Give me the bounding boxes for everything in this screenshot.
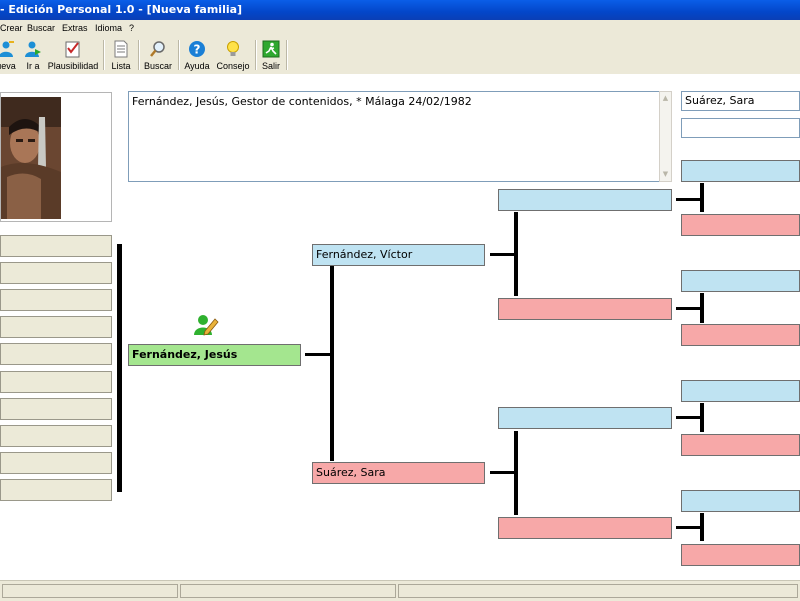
great-grandparent-box[interactable] <box>681 270 800 292</box>
paternal-grandfather-box[interactable] <box>498 189 672 211</box>
mother-box[interactable]: Suárez, Sara <box>312 462 485 484</box>
goto-label: Ir a <box>26 61 40 71</box>
menu-bar: Crear Buscar Extras Idioma ? <box>0 20 800 36</box>
maternal-grandfather-box[interactable] <box>498 407 672 429</box>
person-search-field[interactable]: Suárez, Sara <box>681 91 800 111</box>
magnifier-icon <box>150 41 165 57</box>
connector-line <box>700 403 704 432</box>
connector-line <box>700 293 704 323</box>
title-bar: - Edición Personal 1.0 - [Nueva familia] <box>0 0 800 20</box>
menu-extras[interactable]: Extras <box>62 20 88 36</box>
tip-button[interactable]: Consejo <box>215 37 251 73</box>
connector-line <box>676 526 703 529</box>
toolbar-separator <box>178 40 180 70</box>
status-pane <box>398 584 798 598</box>
connector-line <box>305 353 332 356</box>
great-grandparent-box[interactable] <box>681 160 800 182</box>
new-person-label: ueva <box>0 61 16 71</box>
sibling-slot[interactable] <box>0 316 112 338</box>
exit-icon <box>262 40 280 58</box>
toolbar: ueva Ir a Plausibilidad Lista Buscar ? A… <box>0 36 800 75</box>
great-grandparent-box[interactable] <box>681 434 800 456</box>
sibling-slot[interactable] <box>0 235 112 257</box>
menu-buscar[interactable]: Buscar <box>27 20 55 36</box>
sibling-slot[interactable] <box>0 479 112 501</box>
search-button[interactable]: Buscar <box>142 37 174 73</box>
connector-line <box>330 266 334 461</box>
secondary-search-field[interactable] <box>681 118 800 138</box>
checklist-icon <box>65 41 80 58</box>
toolbar-separator <box>286 40 288 70</box>
maternal-grandmother-box[interactable] <box>498 517 672 539</box>
connector-line <box>676 307 703 310</box>
paternal-grandmother-box[interactable] <box>498 298 672 320</box>
sibling-slot[interactable] <box>0 289 112 311</box>
status-pane <box>180 584 396 598</box>
person-note-box[interactable]: Fernández, Jesús, Gestor de contenidos, … <box>128 91 660 182</box>
great-grandparent-box[interactable] <box>681 214 800 236</box>
great-grandparent-box[interactable] <box>681 324 800 346</box>
toolbar-separator <box>103 40 105 70</box>
connector-line <box>700 183 704 212</box>
document-list-icon <box>114 40 128 58</box>
connector-line <box>490 471 517 474</box>
list-label: Lista <box>111 61 131 71</box>
plausibility-label: Plausibilidad <box>47 61 99 71</box>
sibling-slot[interactable] <box>0 343 112 365</box>
plausibility-button[interactable]: Plausibilidad <box>47 37 99 73</box>
menu-help[interactable]: ? <box>129 20 134 36</box>
connector-line <box>676 416 703 419</box>
exit-label: Salir <box>261 61 280 71</box>
person-note-text: Fernández, Jesús, Gestor de contenidos, … <box>132 95 472 108</box>
menu-idioma[interactable]: Idioma <box>95 20 122 36</box>
toolbar-separator <box>138 40 140 70</box>
portrait-image <box>1 97 61 219</box>
scroll-up-icon[interactable]: ▲ <box>661 94 670 103</box>
sibling-slot[interactable] <box>0 371 112 393</box>
sibling-bracket <box>117 244 122 492</box>
great-grandparent-box[interactable] <box>681 490 800 512</box>
help-icon: ? <box>189 41 205 57</box>
status-pane <box>2 584 178 598</box>
list-button[interactable]: Lista <box>108 37 134 73</box>
father-box[interactable]: Fernández, Víctor <box>312 244 485 266</box>
scroll-down-icon[interactable]: ▼ <box>661 170 670 179</box>
person-photo <box>1 97 61 219</box>
sibling-slot[interactable] <box>0 398 112 420</box>
help-button[interactable]: ? Ayuda <box>183 37 211 73</box>
connector-line <box>514 431 518 515</box>
lightbulb-icon <box>227 41 239 56</box>
great-grandparent-box[interactable] <box>681 544 800 566</box>
edit-person-icon[interactable] <box>193 313 219 337</box>
person-goto-icon <box>25 41 41 57</box>
connector-line <box>514 212 518 296</box>
help-label: Ayuda <box>184 61 210 71</box>
sibling-slot[interactable] <box>0 262 112 284</box>
menu-crear[interactable]: Crear <box>0 20 23 36</box>
connector-line <box>490 253 517 256</box>
sibling-slot[interactable] <box>0 425 112 447</box>
status-bar <box>0 580 800 601</box>
note-scrollbar[interactable]: ▲ ▼ <box>659 91 672 182</box>
new-person-button[interactable]: ueva <box>0 37 18 73</box>
connector-line <box>700 513 704 541</box>
connector-line <box>676 198 703 201</box>
person-new-icon <box>0 41 14 57</box>
tip-label: Consejo <box>216 61 250 71</box>
great-grandparent-box[interactable] <box>681 380 800 402</box>
focus-person-box[interactable]: Fernández, Jesús <box>128 344 301 366</box>
goto-button[interactable]: Ir a <box>22 37 44 73</box>
toolbar-separator <box>255 40 257 70</box>
svg-text:?: ? <box>194 43 201 57</box>
window-title: - Edición Personal 1.0 - [Nueva familia] <box>0 3 243 16</box>
exit-button[interactable]: Salir <box>259 37 283 73</box>
sibling-slot[interactable] <box>0 452 112 474</box>
photo-frame[interactable] <box>0 92 112 222</box>
search-label: Buscar <box>143 61 172 71</box>
